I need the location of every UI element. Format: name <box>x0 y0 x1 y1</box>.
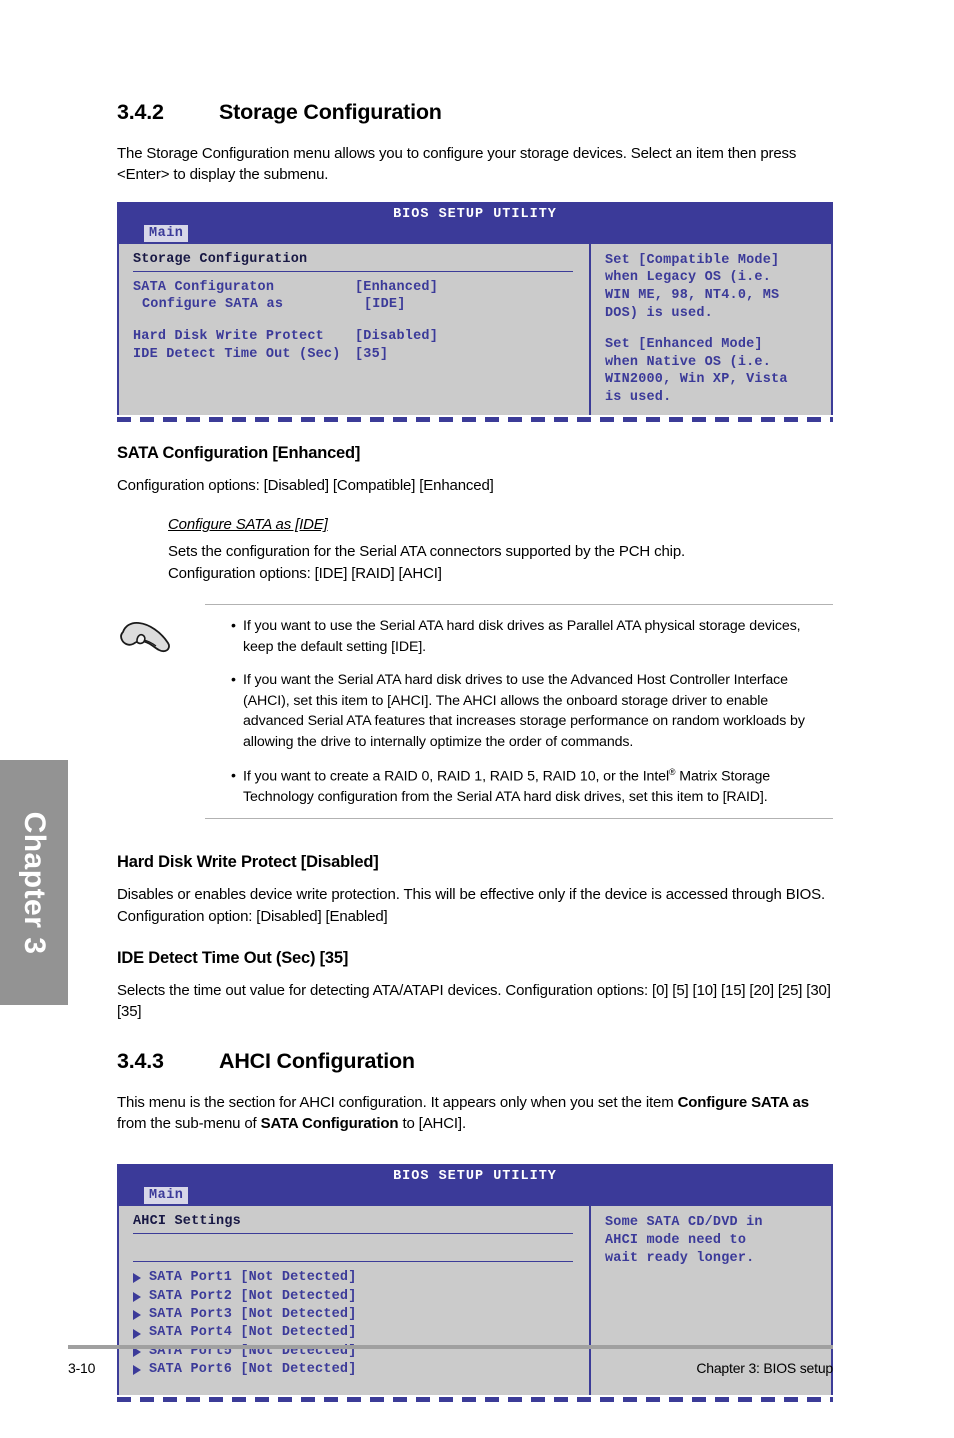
bios-help-paragraph: Some SATA CD/DVD in AHCI mode need to wa… <box>605 1215 763 1266</box>
section-title-343: AHCI Configuration <box>219 1048 415 1073</box>
bios-setting-label: Hard Disk Write Protect <box>133 329 324 345</box>
intro-bold-configure-sata-as: Configure SATA as <box>677 1093 810 1111</box>
bios-help-paragraph: Set [Enhanced Mode] when Native OS (i.e.… <box>605 336 788 406</box>
bios-help-paragraph: Set [Compatible Mode] when Legacy OS (i.… <box>605 252 780 322</box>
bullet-icon: • <box>231 617 236 634</box>
note-bullet-item: • If you want to create a RAID 0, RAID 1… <box>205 766 823 808</box>
note-text-part1: If you want to create a RAID 0, RAID 1, … <box>243 768 670 785</box>
intro-part-3: to [AHCI]. <box>398 1114 466 1132</box>
chapter-side-tab-label: Chapter 3 <box>18 811 51 954</box>
bios-help-pane: Set [Compatible Mode] when Legacy OS (i.… <box>589 243 831 416</box>
bullet-icon: • <box>231 767 236 784</box>
note-bottom-rule <box>205 818 833 820</box>
bios-header-title: BIOS SETUP UTILITY <box>393 206 557 222</box>
bios-setting-row-ide-detect-time-out[interactable]: IDE Detect Time Out (Sec) [35] <box>133 346 589 364</box>
note-bullet-list: • If you want to use the Serial ATA hard… <box>205 616 833 807</box>
bios-tab-main[interactable]: Main <box>144 1187 189 1205</box>
bios-setting-row-hard-disk-write-protect[interactable]: Hard Disk Write Protect [Disabled] <box>133 328 589 346</box>
section-number-343: 3.4.3 <box>117 1048 164 1073</box>
bios-settings-pane: Storage Configuration SATA Configuraton … <box>119 244 589 416</box>
bios-section-title: AHCI Settings <box>133 1214 241 1230</box>
bios-bottom-dashed-edge <box>117 1397 833 1403</box>
bios-setting-row-sata-configuraton[interactable]: SATA Configuraton [Enhanced] <box>133 279 589 297</box>
bios-tab-main[interactable]: Main <box>144 224 189 242</box>
triangle-right-icon <box>133 1328 141 1339</box>
bios-section-divider <box>133 1233 573 1235</box>
bios-ports-divider <box>133 1261 573 1263</box>
bios-setting-label: SATA Configuraton <box>133 279 275 295</box>
pointing-hand-icon <box>117 616 205 807</box>
note-box: • If you want to use the Serial ATA hard… <box>117 603 833 820</box>
bios-section-divider <box>133 270 573 272</box>
footer-divider <box>68 1345 833 1349</box>
section-number-342: 3.4.2 <box>117 100 164 124</box>
triangle-right-icon <box>133 1291 141 1302</box>
bios-setting-value[interactable]: [Enhanced] <box>355 279 589 297</box>
bios-header-bar: BIOS SETUP UTILITY Main <box>119 201 831 242</box>
page-footer: 3-10 Chapter 3: BIOS setup <box>68 1345 833 1376</box>
bios-sata-port-label: SATA Port4 [Not Detected] <box>149 1325 357 1341</box>
page-content: 3.4.2 Storage Configuration The Storage … <box>117 0 833 1403</box>
bios-sata-port-label: SATA Port1 [Not Detected] <box>149 1270 357 1286</box>
note-bullet-item: • If you want the Serial ATA hard disk d… <box>205 670 823 752</box>
chapter-side-tab: Chapter 3 <box>0 760 68 1005</box>
section-title-342: Storage Configuration <box>219 100 442 124</box>
bullet-icon: • <box>231 672 236 689</box>
sata-configuration-options: Configuration options: [Disabled] [Compa… <box>117 477 494 495</box>
bios-section-title: Storage Configuration <box>133 251 308 267</box>
triangle-right-icon <box>133 1310 141 1321</box>
bios-sata-port-row[interactable]: SATA Port3 [Not Detected] <box>133 1306 589 1324</box>
heading-sata-configuration: SATA Configuration [Enhanced] <box>117 444 361 463</box>
configure-sata-as-desc: Sets the configuration for the Serial AT… <box>168 543 686 561</box>
intro-part-2: from the sub-menu of <box>117 1114 261 1132</box>
note-bullet-text: If you want the Serial ATA hard disk dri… <box>243 672 805 750</box>
bios-screen-storage-configuration: BIOS SETUP UTILITY Main Storage Configur… <box>117 201 833 423</box>
bios-sata-port-row[interactable]: SATA Port1 [Not Detected] <box>133 1269 589 1287</box>
footer-chapter-text: Chapter 3: BIOS setup <box>696 1360 833 1376</box>
note-bullet-item: • If you want to use the Serial ATA hard… <box>205 616 823 657</box>
section-intro-342: The Storage Configuration menu allows yo… <box>117 145 797 184</box>
heading-hard-disk-write-protect: Hard Disk Write Protect [Disabled] <box>117 853 379 872</box>
note-bullet-text: If you want to create a RAID 0, RAID 1, … <box>243 766 823 808</box>
subsection-configure-sata-as: Configure SATA as [IDE] Sets the configu… <box>168 516 833 584</box>
bios-sata-port-label: SATA Port3 [Not Detected] <box>149 1306 357 1322</box>
bios-sata-port-label: SATA Port2 [Not Detected] <box>149 1288 357 1304</box>
triangle-right-icon <box>133 1273 141 1284</box>
hard-disk-write-protect-desc: Disables or enables device write protect… <box>117 886 826 925</box>
intro-part-1: This menu is the section for AHCI config… <box>117 1093 678 1111</box>
note-bullet-text: If you want to use the Serial ATA hard d… <box>243 617 801 655</box>
bios-header-bar: BIOS SETUP UTILITY Main <box>119 1164 831 1205</box>
bios-setting-value[interactable]: [Disabled] <box>355 328 589 346</box>
ide-detect-time-out-desc: Selects the time out value for detecting… <box>117 982 831 1021</box>
subheading-configure-sata-as: Configure SATA as [IDE] <box>168 516 328 534</box>
bios-setting-label: IDE Detect Time Out (Sec) <box>133 347 341 363</box>
bios-sata-port-row[interactable]: SATA Port2 [Not Detected] <box>133 1288 589 1306</box>
section-heading-343: 3.4.3 AHCI Configuration <box>117 1049 833 1074</box>
heading-ide-detect-time-out: IDE Detect Time Out (Sec) [35] <box>117 949 349 968</box>
footer-page-number: 3-10 <box>68 1360 96 1376</box>
configure-sata-as-options: Configuration options: [IDE] [RAID] [AHC… <box>168 564 442 582</box>
bios-setting-row-configure-sata-as[interactable]: Configure SATA as [IDE] <box>133 296 589 314</box>
bios-header-title: BIOS SETUP UTILITY <box>393 1169 557 1185</box>
bios-sata-port-row[interactable]: SATA Port4 [Not Detected] <box>133 1324 589 1342</box>
bios-setting-value[interactable]: [35] <box>355 346 589 364</box>
bios-setting-label: Configure SATA as <box>142 297 284 313</box>
section-heading-342: 3.4.2 Storage Configuration <box>117 100 833 125</box>
section-intro-343: This menu is the section for AHCI config… <box>117 1092 833 1135</box>
intro-bold-sata-configuration: SATA Configuration <box>260 1114 399 1132</box>
bios-setting-value[interactable]: [IDE] <box>364 296 589 314</box>
